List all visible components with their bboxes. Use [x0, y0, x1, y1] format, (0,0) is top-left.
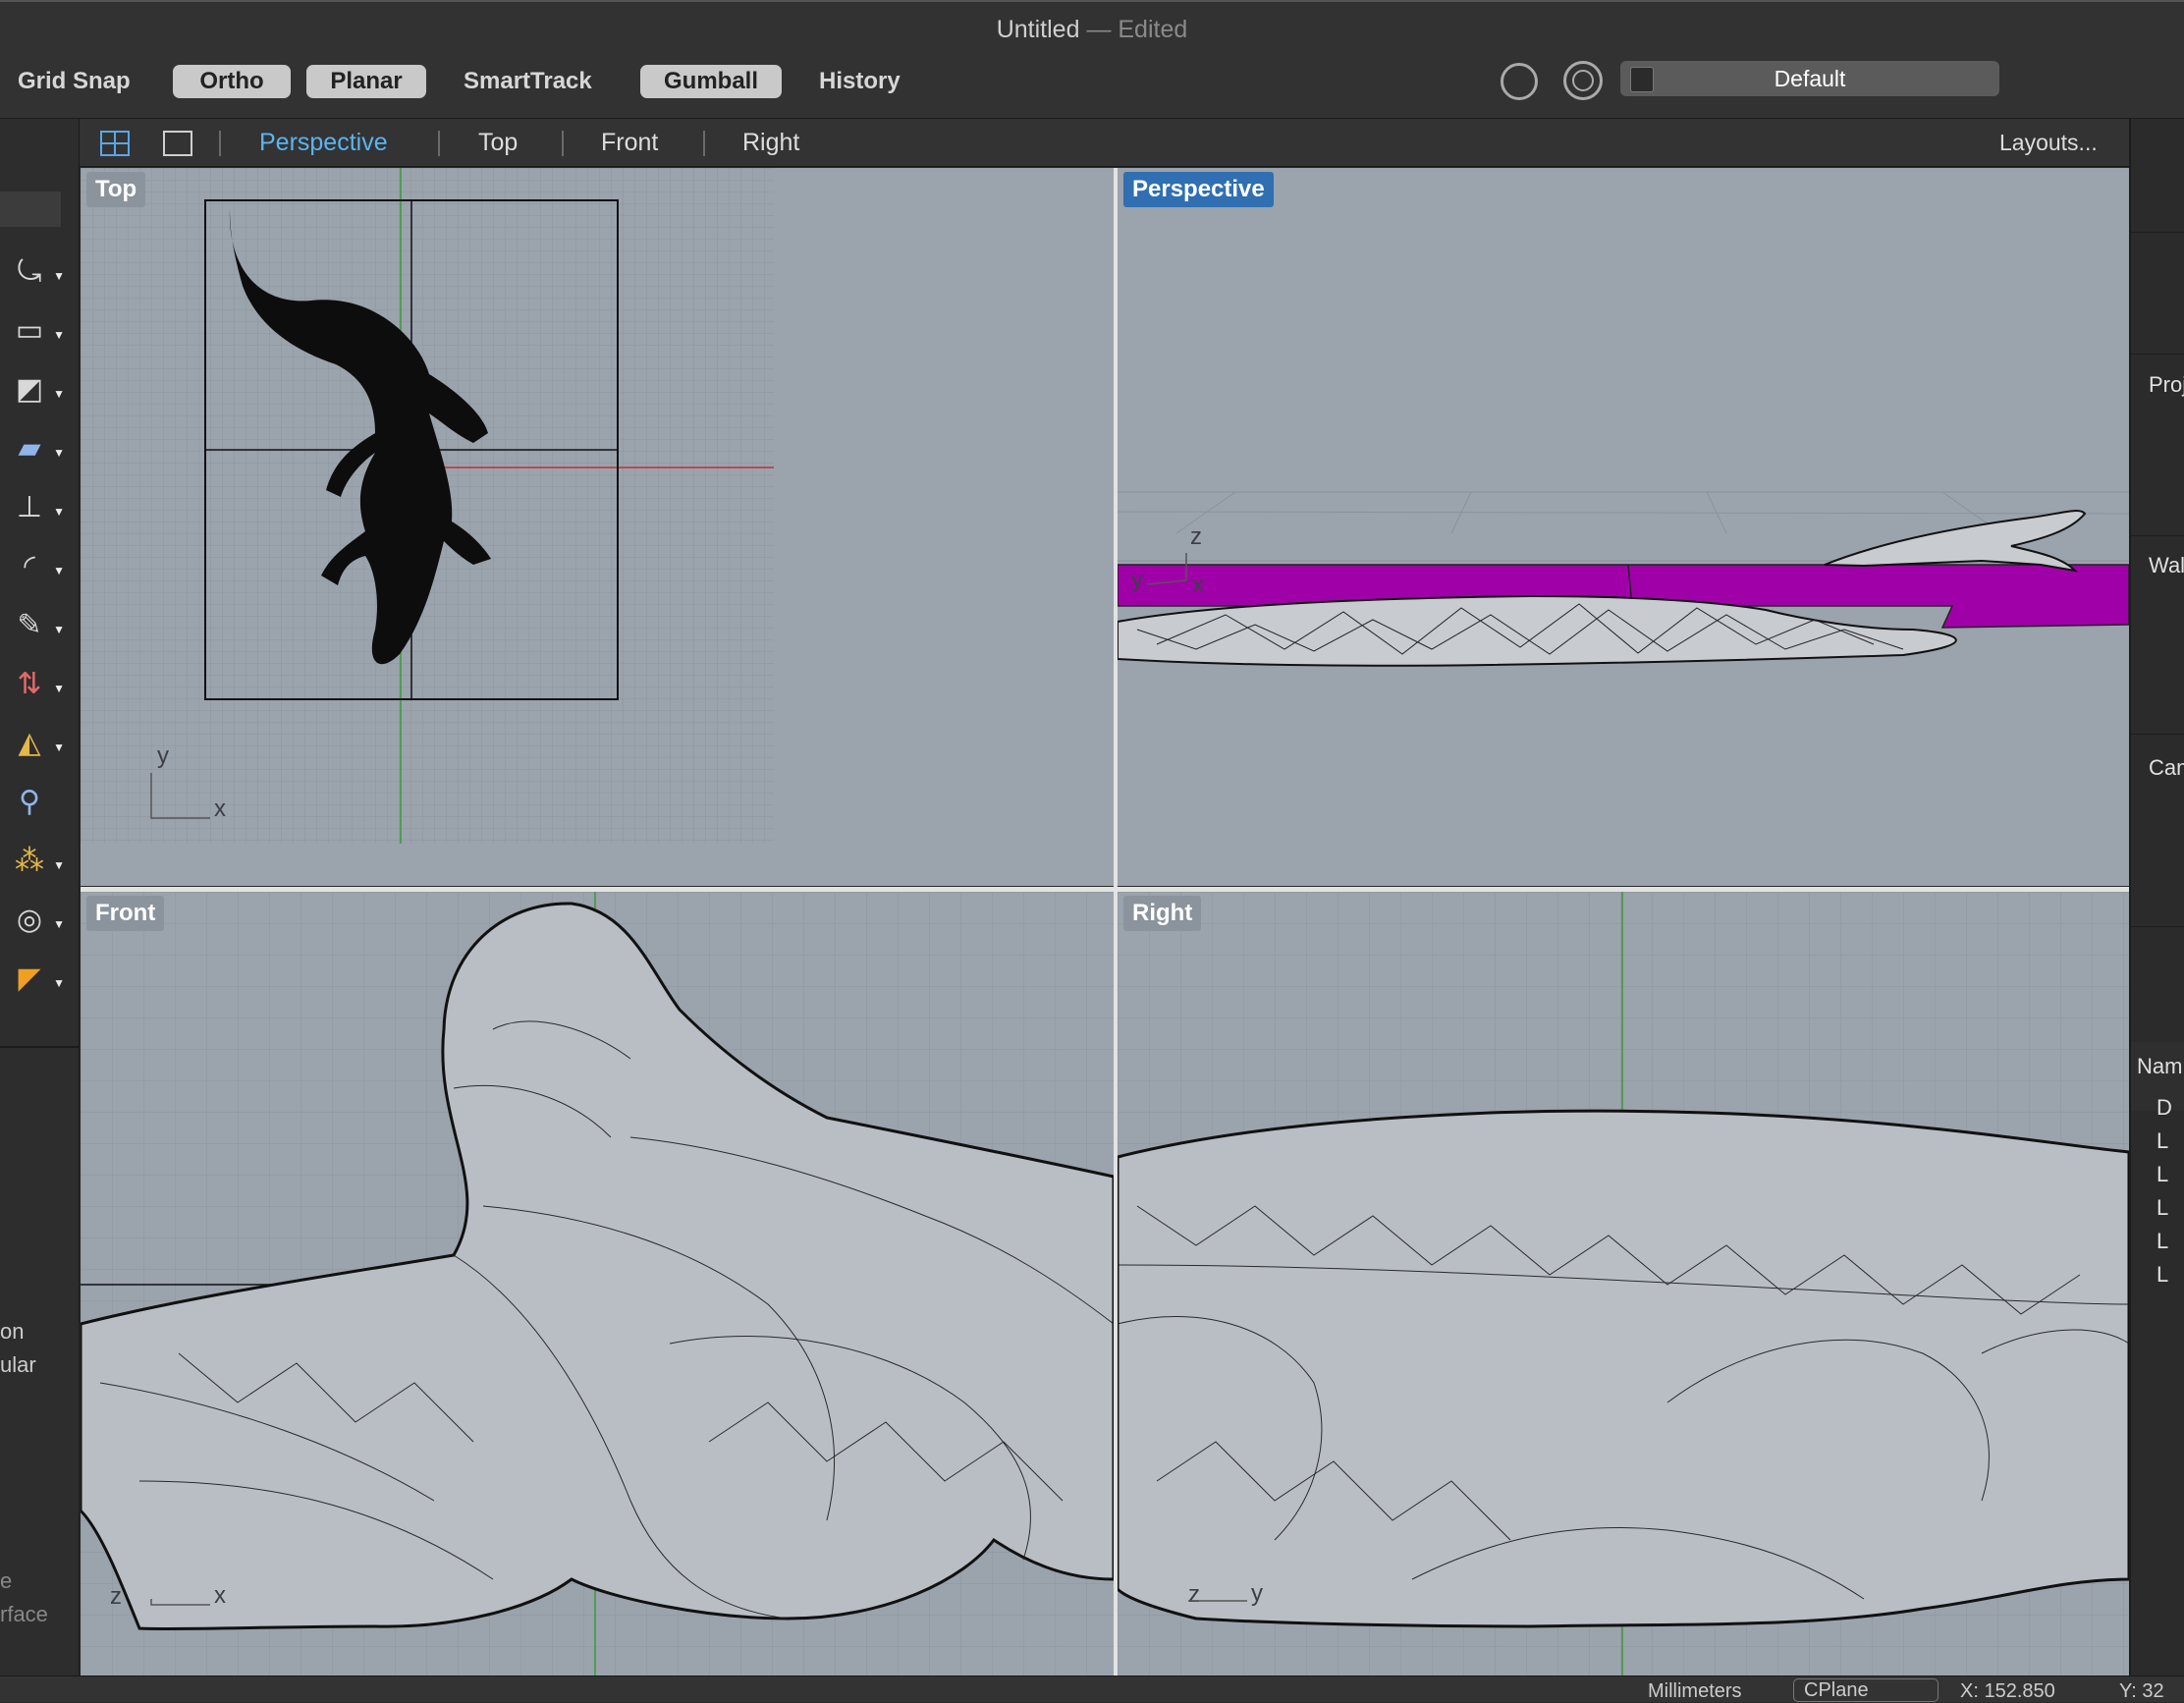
name-column-header: Nam [2137, 1054, 2183, 1078]
history-toggle[interactable]: History [819, 65, 901, 98]
projection-label: Proj [2149, 372, 2184, 397]
rectangle-tool-icon[interactable]: ▭ ▼ [8, 309, 65, 353]
smarttrack-toggle[interactable]: SmartTrack [464, 65, 592, 98]
panel-divider [2131, 734, 2184, 735]
layer-color-swatch[interactable] [1630, 67, 1654, 92]
alligator-right-mesh [1118, 1109, 2129, 1628]
left-panel-text: on [0, 1319, 25, 1344]
four-view-icon[interactable] [100, 131, 130, 156]
layer-row[interactable]: D [2157, 1095, 2172, 1121]
axis-y-label: y [1131, 567, 1143, 593]
tab-right[interactable]: Right [742, 119, 799, 166]
osnap-icon[interactable] [1501, 63, 1538, 100]
viewport-label-front[interactable]: Front [86, 896, 165, 931]
layer-row[interactable]: L [2157, 1262, 2168, 1288]
cplane-selector[interactable]: CPlane [1793, 1678, 1938, 1702]
layer-row[interactable]: L [2157, 1128, 2168, 1154]
extrude-tool-icon[interactable]: ⊥ ▼ [8, 486, 65, 529]
axis-y-label: y [157, 742, 169, 769]
plane-surface-icon[interactable]: ▰ ▼ [8, 427, 65, 470]
window-title-suffix: — Edited [1086, 16, 1188, 43]
viewport-tab-bar: Perspective Top Front Right Layouts... [79, 119, 2129, 167]
dimension-tool-icon[interactable]: ◭ ▼ [8, 722, 65, 765]
viewport-label-right[interactable]: Right [1123, 896, 1202, 931]
tab-perspective[interactable]: Perspective [259, 119, 388, 166]
tab-divider [219, 131, 221, 156]
axis-y-label: y [1251, 1580, 1263, 1607]
right-view-canvas: z y [1118, 892, 2129, 1676]
snapshot-tool-icon[interactable]: ◤ ▼ [8, 958, 65, 1001]
layer-row[interactable]: L [2157, 1195, 2168, 1221]
panel-divider [2131, 926, 2184, 927]
viewport-top[interactable]: y x Top [81, 168, 1114, 886]
top-view-canvas: y x [81, 168, 774, 844]
single-view-icon[interactable] [163, 131, 192, 156]
tab-front[interactable]: Front [601, 119, 658, 166]
top-toolbar: Grid Snap Ortho Planar SmartTrack Gumbal… [0, 57, 2184, 119]
right-properties-panel: Proj Wal Cam Nam D L L L L L [2129, 119, 2184, 1676]
viewport-perspective[interactable]: z y x Perspective [1118, 168, 2129, 886]
status-bar: Millimeters CPlane X: 152.850 Y: 32 [0, 1676, 2184, 1702]
viewport-front[interactable]: z x Front [81, 892, 1114, 1676]
surface-tool-icon[interactable]: ◩ ▼ [8, 368, 65, 412]
layouts-button[interactable]: Layouts... [1999, 119, 2098, 166]
ortho-toggle[interactable]: Ortho [173, 65, 291, 98]
panel-divider [2131, 535, 2184, 536]
window-title: Untitled [996, 16, 1080, 43]
viewport-right[interactable]: z y Right [1118, 892, 2129, 1676]
front-view-canvas: z x [81, 892, 1114, 1676]
axis-x-label: x [214, 796, 226, 822]
left-tool-palette: ⤿ ▼ ▭ ▼ ◩ ▼ ▰ ▼ ⊥ ▼ ◜ ▼ ✎ ▼ ⇅ ▼ ◭ ▼ ⚲ ⁂ ▼ ◎ ▼ ◤ ▼ on… [0, 119, 80, 1676]
planar-toggle[interactable]: Planar [306, 65, 426, 98]
tab-top[interactable]: Top [478, 119, 518, 166]
viewport-label-perspective[interactable]: Perspective [1123, 172, 1274, 207]
layer-row[interactable]: L [2157, 1162, 2168, 1187]
fillet-tool-icon[interactable]: ◜ ▼ [8, 545, 65, 588]
render-color-icon[interactable]: ◎ ▼ [8, 899, 65, 942]
axis-x-label: x [214, 1582, 226, 1609]
curve-tool-icon[interactable]: ⤿ ▼ [8, 250, 66, 294]
tool-search-field[interactable] [0, 192, 61, 227]
camera-label: Cam [2149, 755, 2184, 780]
perspective-view-canvas: z y x [1118, 491, 2129, 667]
left-panel-text: ular [0, 1352, 36, 1377]
tab-divider [562, 131, 564, 156]
left-panel-text: e [0, 1568, 13, 1593]
axis-z-label: z [110, 1583, 122, 1610]
wallpaper-label: Wal [2149, 553, 2184, 577]
grid-snap-toggle[interactable]: Grid Snap [18, 65, 131, 98]
palette-divider [0, 1046, 79, 1048]
axis-x-label: x [1192, 572, 1204, 598]
group-tool-icon[interactable]: ⁂ ▼ [8, 840, 65, 883]
title-bar: Untitled — Edited [0, 0, 2184, 59]
units-label: Millimeters [1648, 1680, 1742, 1702]
transform-tool-icon[interactable]: ⇅ ▼ [8, 663, 65, 706]
viewport-label-top[interactable]: Top [86, 172, 146, 207]
tab-divider [703, 131, 705, 156]
y-coordinate: Y: 32 [2119, 1680, 2164, 1702]
x-coordinate: X: 152.850 [1960, 1680, 2055, 1702]
alligator-head-mesh [1824, 510, 2087, 573]
axis-z-label: z [1188, 1581, 1200, 1608]
panel-divider [2131, 232, 2184, 233]
edit-tool-icon[interactable]: ✎ ▼ [8, 604, 65, 647]
gumball-toggle[interactable]: Gumball [640, 65, 782, 98]
layer-row[interactable]: L [2157, 1229, 2168, 1254]
panel-divider [2131, 354, 2184, 355]
axis-z-label: z [1190, 523, 1202, 550]
tab-divider [438, 131, 440, 156]
left-panel-text: rface [0, 1602, 48, 1626]
layer-selector[interactable]: Default [1620, 61, 1999, 96]
target-inner-icon [1572, 70, 1594, 91]
analyze-tool-icon[interactable]: ⚲ [8, 781, 51, 824]
